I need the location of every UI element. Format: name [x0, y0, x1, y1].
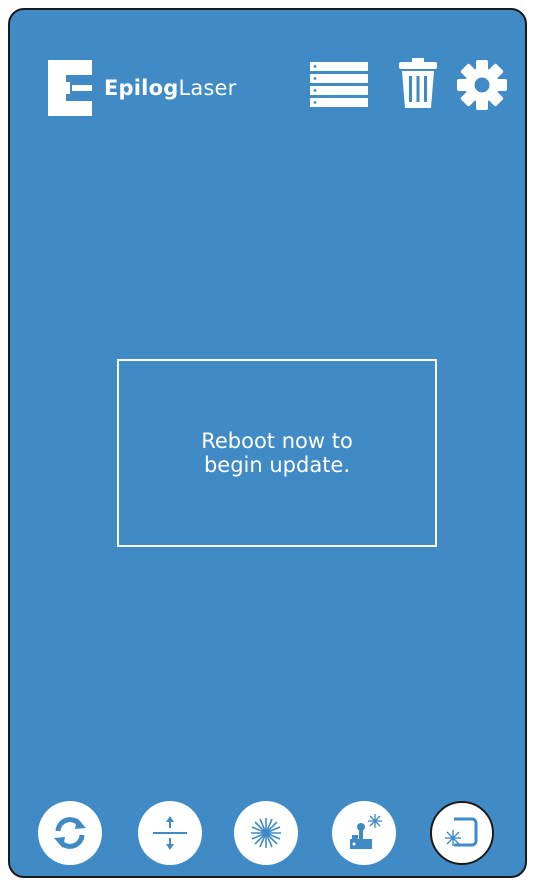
jog-button[interactable]	[332, 801, 396, 865]
laser-pointer-icon	[251, 818, 281, 848]
focus-icon	[153, 816, 187, 850]
reboot-message: Reboot now to begin update.	[201, 429, 353, 477]
trash-icon	[399, 58, 437, 108]
bottom-toolbar	[0, 798, 540, 868]
jog-icon	[350, 814, 382, 849]
brand-light: Laser	[178, 76, 237, 100]
update-dialog[interactable]: Reboot now to begin update.	[117, 359, 437, 547]
refresh-button[interactable]	[38, 801, 102, 865]
epilog-logo-mark	[48, 60, 92, 116]
refresh-icon	[54, 817, 86, 849]
delete-button[interactable]	[397, 56, 439, 110]
focus-button[interactable]	[138, 801, 202, 865]
settings-button[interactable]	[456, 60, 508, 110]
job-list-button[interactable]	[310, 62, 368, 108]
brand-name: EpilogLaser	[104, 76, 237, 100]
brand-bold: Epilog	[104, 76, 179, 100]
frame-button[interactable]	[430, 801, 494, 865]
epilog-laser-logo: EpilogLaser	[48, 60, 237, 116]
job-list-icon	[310, 62, 368, 107]
app-panel: EpilogLaser Reboot now to begin update.	[8, 8, 527, 878]
laser-pointer-button[interactable]	[234, 801, 298, 865]
settings-gear-icon	[457, 60, 507, 110]
frame-icon	[445, 817, 478, 847]
